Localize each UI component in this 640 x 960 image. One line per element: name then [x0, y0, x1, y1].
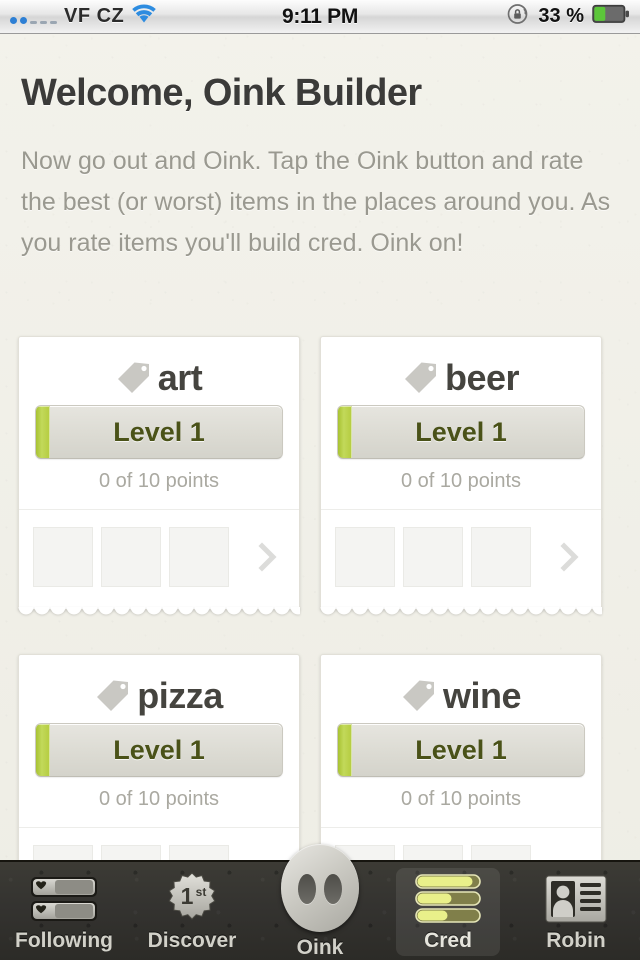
level-label: Level 1: [113, 734, 205, 765]
following-list-icon: [29, 873, 99, 925]
battery-percent-label: 33 %: [538, 5, 584, 27]
tab-following[interactable]: Following: [0, 862, 128, 960]
tab-robin[interactable]: Robin: [512, 862, 640, 960]
status-bar-left: VF CZ: [0, 4, 230, 29]
points-label: 0 of 10 points: [98, 788, 220, 810]
level-label: Level 1: [113, 416, 205, 447]
page-title: Welcome, Oink Builder: [21, 72, 422, 114]
level-progress-fill: [36, 724, 50, 776]
tab-label: Following: [15, 929, 113, 952]
thumbnail-placeholder[interactable]: [403, 527, 463, 587]
category-card-grid: art Level 1 0 of 10 points beer Level 1 …: [18, 336, 626, 938]
category-card[interactable]: beer Level 1 0 of 10 points: [320, 336, 602, 620]
signal-strength-icon: [10, 10, 57, 24]
category-card[interactable]: art Level 1 0 of 10 points: [18, 336, 300, 620]
level-section: Level 1: [19, 723, 299, 777]
tag-icon: [116, 361, 152, 395]
level-progress-bar: Level 1: [35, 723, 283, 777]
card-thumbnail-strip[interactable]: [19, 509, 299, 591]
level-section: Level 1: [19, 405, 299, 459]
level-progress-fill: [36, 406, 50, 458]
level-label: Level 1: [415, 416, 507, 447]
tag-icon: [95, 679, 131, 713]
points-label: 0 of 10 points: [400, 470, 522, 492]
thumbnail-placeholder[interactable]: [101, 527, 161, 587]
first-place-badge-icon: 1 st: [165, 872, 219, 925]
wifi-icon: [131, 4, 157, 29]
card-header: art: [19, 337, 299, 405]
chevron-right-icon[interactable]: [559, 542, 581, 572]
level-section: Level 1: [321, 405, 601, 459]
status-bar-center: 9:11 PM: [230, 5, 410, 29]
battery-icon: [592, 4, 630, 29]
category-name: beer: [444, 357, 520, 398]
level-progress-bar: Level 1: [337, 723, 585, 777]
tab-label: Robin: [546, 929, 606, 952]
cred-bars-icon: [415, 873, 481, 925]
thumbnail-placeholder[interactable]: [335, 527, 395, 587]
category-name: art: [157, 357, 203, 398]
tab-label: Oink: [296, 936, 344, 959]
level-progress-bar: Level 1: [337, 405, 585, 459]
level-progress-fill: [338, 724, 352, 776]
thumbnail-placeholder[interactable]: [33, 527, 93, 587]
category-name: wine: [442, 675, 522, 716]
thumbnail-placeholder[interactable]: [169, 527, 229, 587]
level-progress-fill: [338, 406, 352, 458]
intro-text: Now go out and Oink. Tap the Oink button…: [21, 147, 611, 257]
card-scalloped-edge: [320, 607, 602, 620]
points-label: 0 of 10 points: [98, 470, 220, 492]
level-label: Level 1: [415, 734, 507, 765]
tab-bar: Following 1 st Discover Oink Cred Robin: [0, 844, 640, 960]
status-bar-right: 33 %: [410, 2, 640, 31]
card-header: beer: [321, 337, 601, 405]
card-header: pizza: [19, 655, 299, 723]
clock-label: 9:11 PM: [281, 4, 359, 28]
status-bar: VF CZ 9:11 PM 33 %: [0, 0, 640, 34]
card-header: wine: [321, 655, 601, 723]
svg-text:1: 1: [181, 883, 194, 909]
level-progress-bar: Level 1: [35, 405, 283, 459]
points-label: 0 of 10 points: [400, 788, 522, 810]
card-thumbnail-strip[interactable]: [321, 509, 601, 591]
tab-oink[interactable]: Oink: [256, 844, 384, 960]
thumbnail-placeholder[interactable]: [471, 527, 531, 587]
tag-icon: [401, 679, 437, 713]
svg-text:st: st: [196, 885, 207, 899]
tab-discover[interactable]: 1 st Discover: [128, 862, 256, 960]
tab-label: Discover: [147, 929, 237, 952]
rotation-lock-icon: [506, 2, 530, 31]
chevron-right-icon[interactable]: [257, 542, 279, 572]
carrier-label: VF CZ: [64, 5, 125, 27]
card-scalloped-edge: [18, 607, 300, 620]
tab-label: Cred: [424, 929, 472, 952]
tag-icon: [403, 361, 439, 395]
tab-cred[interactable]: Cred: [384, 862, 512, 960]
id-card-icon: [545, 873, 607, 925]
category-name: pizza: [137, 675, 223, 716]
level-section: Level 1: [321, 723, 601, 777]
